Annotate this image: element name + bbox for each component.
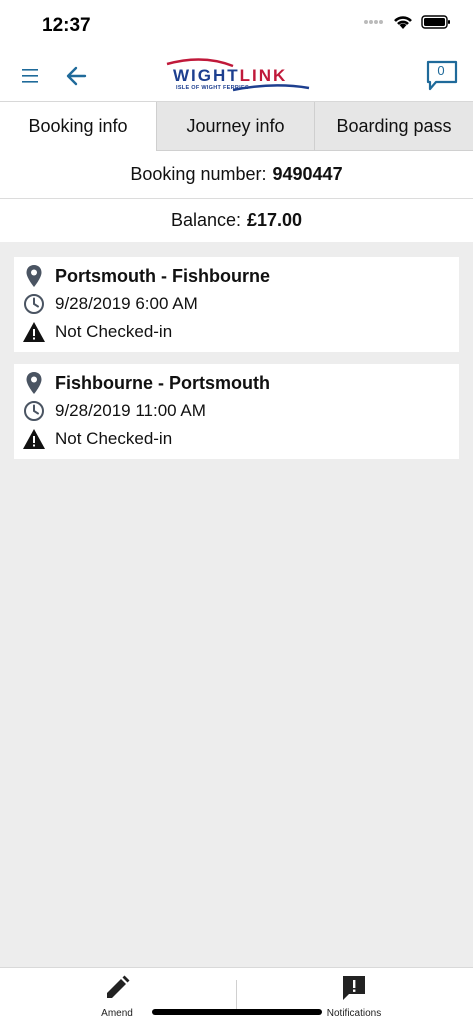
journey-card[interactable]: Portsmouth - Fishbourne 9/28/2019 6:00 A… bbox=[14, 257, 459, 352]
journey-datetime: 9/28/2019 6:00 AM bbox=[55, 294, 198, 313]
pencil-icon bbox=[107, 975, 130, 998]
warning-icon bbox=[23, 429, 45, 449]
clock-icon bbox=[24, 294, 44, 314]
journey-status-line: Not Checked-in bbox=[14, 426, 172, 452]
warning-icon bbox=[23, 322, 45, 342]
logo-wight: WIGHT bbox=[173, 66, 240, 85]
journey-status: Not Checked-in bbox=[55, 322, 173, 341]
balance-row: Balance: £17.00 bbox=[0, 199, 473, 242]
bottom-divider bbox=[236, 980, 237, 1010]
journey-route: Portsmouth - Fishbourne bbox=[55, 265, 270, 286]
wightlink-logo: WIGHTLINK ISLE OF WIGHT FERRIES bbox=[163, 56, 313, 96]
status-icons bbox=[363, 14, 451, 30]
tab-journey-info[interactable]: Journey info bbox=[157, 102, 315, 151]
bottom-nav: Amend Notifications bbox=[0, 967, 473, 1024]
journey-route: Fishbourne - Portsmouth bbox=[55, 372, 270, 393]
home-indicator[interactable] bbox=[152, 1009, 322, 1015]
app-header: WIGHTLINK ISLE OF WIGHT FERRIES 0 bbox=[0, 50, 473, 102]
journey-route-line: Fishbourne - Portsmouth bbox=[14, 370, 270, 396]
location-pin-icon bbox=[26, 265, 42, 287]
tab-booking-info[interactable]: Booking info bbox=[0, 102, 157, 151]
booking-number-value: 9490447 bbox=[272, 164, 343, 184]
notification-message-icon bbox=[343, 976, 365, 1000]
booking-number-label: Booking number: bbox=[130, 164, 267, 184]
signal-icon bbox=[364, 20, 383, 24]
tab-bar: Booking info Journey info Boarding pass bbox=[0, 102, 473, 151]
clock-icon bbox=[24, 401, 44, 421]
chat-button[interactable]: 0 bbox=[426, 60, 458, 92]
logo-text: WIGHTLINK bbox=[173, 66, 287, 86]
balance-label: Balance: bbox=[170, 210, 241, 230]
logo-link: LINK bbox=[239, 66, 288, 85]
journey-time-line: 9/28/2019 11:00 AM bbox=[14, 398, 206, 424]
journey-status: Not Checked-in bbox=[55, 429, 173, 448]
journey-datetime: 9/28/2019 11:00 AM bbox=[55, 401, 206, 420]
wifi-icon bbox=[394, 16, 412, 29]
battery-icon bbox=[421, 15, 450, 29]
journey-time-line: 9/28/2019 6:00 AM bbox=[14, 291, 198, 317]
hamburger-menu-icon[interactable] bbox=[20, 64, 44, 88]
location-pin-icon bbox=[26, 372, 42, 394]
journey-card[interactable]: Fishbourne - Portsmouth 9/28/2019 11:00 … bbox=[14, 364, 459, 459]
balance-value: £17.00 bbox=[247, 210, 303, 230]
booking-number-row: Booking number: 9490447 bbox=[0, 151, 473, 199]
logo-subtitle: ISLE OF WIGHT FERRIES bbox=[176, 85, 249, 91]
journey-route-line: Portsmouth - Fishbourne bbox=[14, 263, 270, 289]
tab-boarding-pass[interactable]: Boarding pass bbox=[315, 102, 473, 151]
back-arrow-icon[interactable] bbox=[63, 62, 91, 90]
status-bar: 12:37 bbox=[0, 0, 473, 50]
notification-count: 0 bbox=[437, 63, 445, 78]
status-time: 12:37 bbox=[42, 15, 91, 36]
journey-status-line: Not Checked-in bbox=[14, 319, 172, 345]
